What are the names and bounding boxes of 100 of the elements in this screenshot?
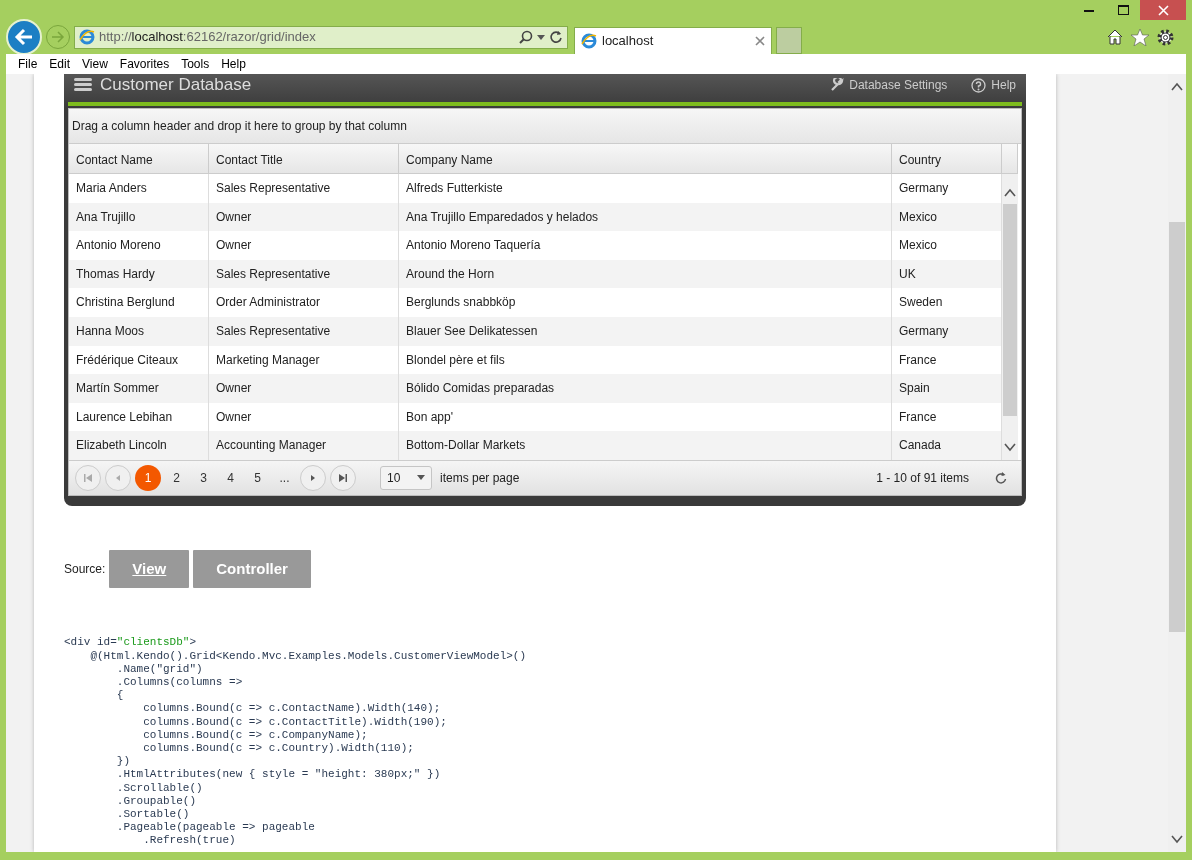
table-cell: Ana Trujillo: [69, 202, 209, 232]
table-cell: Ana Trujillo Emparedados y helados: [399, 202, 892, 232]
help-link[interactable]: Help: [971, 76, 1016, 94]
table-cell: Sales Representative: [209, 174, 399, 203]
page-button[interactable]: ...: [273, 464, 296, 491]
code-line: columns.Bound(c => c.CompanyName);: [142, 728, 369, 743]
scroll-down-icon[interactable]: [1171, 834, 1183, 844]
last-page-button[interactable]: [330, 464, 356, 491]
home-icon[interactable]: [1107, 29, 1123, 45]
star-icon[interactable]: [1131, 28, 1149, 46]
code-line: .HtmlAttributes(new { style = "height: 380px;" }): [115, 768, 442, 782]
table-cell: Christina Berglund: [69, 288, 209, 317]
minimize-icon: [1084, 8, 1094, 12]
menu-item[interactable]: File: [12, 55, 44, 73]
page-button[interactable]: 5: [246, 464, 269, 491]
table-cell: Accounting Manager: [209, 431, 399, 460]
scrollbar-thumb[interactable]: [1169, 222, 1185, 632]
table-cell: Mexico: [892, 202, 1002, 232]
next-page-icon: [309, 473, 317, 482]
scroll-down-icon[interactable]: [1004, 441, 1016, 452]
back-button[interactable]: [6, 19, 42, 55]
help-icon: [971, 77, 987, 93]
settings-icon[interactable]: [1157, 28, 1174, 46]
maximize-icon: [1117, 5, 1129, 15]
group-panel: Drag a column header and drop it here to group by that column: [69, 109, 1021, 144]
previous-page-icon: [114, 473, 122, 482]
code-line: {: [115, 689, 125, 703]
page-size-label: items per page: [440, 469, 520, 487]
page-size-dropdown[interactable]: 10: [380, 465, 432, 490]
table-cell: Thomas Hardy: [69, 259, 209, 289]
close-icon: [1157, 4, 1169, 16]
menu-item[interactable]: View: [76, 55, 114, 73]
scrollbar-thumb[interactable]: [1003, 204, 1017, 416]
menu-item[interactable]: Tools: [175, 55, 216, 73]
first-page-icon: [84, 473, 92, 482]
table-cell: Spain: [892, 374, 1002, 403]
browser-logo-icon: [79, 29, 95, 45]
table-cell: Owner: [209, 202, 399, 232]
refresh-icon[interactable]: [995, 471, 1007, 484]
browser-tab[interactable]: localhost: [574, 27, 772, 54]
table-cell: Alfreds Futterkiste: [399, 174, 892, 203]
forward-arrow-icon: [51, 31, 65, 43]
search-icon[interactable]: [519, 30, 533, 44]
code-line: .Sortable(): [115, 808, 191, 822]
page-button[interactable]: 2: [165, 464, 188, 491]
column-header[interactable]: Company Name: [399, 144, 892, 174]
table-cell: Blauer See Delikatessen: [399, 316, 892, 346]
scroll-up-icon[interactable]: [1004, 188, 1016, 198]
source-label: Source:: [64, 561, 106, 579]
last-page-icon: [339, 473, 347, 482]
code-line: .Pageable(pageable => pageable: [115, 821, 316, 835]
address-bar[interactable]: http://localhost:62162/razor/grid/index: [74, 25, 568, 49]
column-header[interactable]: Contact Name: [69, 144, 209, 174]
browser-logo-icon: [581, 33, 597, 49]
table-cell: Maria Anders: [69, 174, 209, 203]
table-cell: Hanna Moos: [69, 316, 209, 346]
table-cell: Germany: [892, 316, 1002, 346]
refresh-icon[interactable]: [549, 30, 563, 44]
table-cell: Canada: [892, 431, 1002, 460]
code-line: <div id="clientsDb">: [64, 636, 198, 650]
scroll-up-icon[interactable]: [1171, 82, 1183, 92]
code-line: columns.Bound(c => c.ContactTitle).Width(190);: [142, 715, 448, 729]
settings-link[interactable]: Database Settings: [830, 76, 948, 94]
page-button[interactable]: 4: [219, 464, 242, 491]
table-cell: Elizabeth Lincoln: [69, 431, 209, 460]
menu-item[interactable]: Favorites: [113, 55, 176, 73]
table-cell: Sales Representative: [209, 316, 399, 346]
dropdown-caret-icon[interactable]: [537, 34, 545, 40]
url-text: http://localhost:62162/razor/grid/index: [99, 28, 317, 47]
table-cell: UK: [892, 259, 1002, 289]
back-arrow-icon: [14, 28, 34, 46]
code-line: .Scrollable(): [115, 781, 204, 795]
table-cell: Sales Representative: [209, 259, 399, 289]
pager-info: 1 - 10 of 91 items: [876, 469, 969, 487]
wrench-icon: [830, 78, 845, 92]
table-cell: Owner: [209, 374, 399, 403]
dropdown-caret-icon: [417, 475, 425, 481]
table-cell: Order Administrator: [209, 288, 399, 317]
table-cell: Martín Sommer: [69, 374, 209, 403]
code-line: .Refresh(true): [142, 834, 237, 848]
code-line: .Name("grid"): [115, 662, 204, 677]
close-tab-icon[interactable]: [755, 36, 765, 46]
code-line: }): [115, 755, 131, 769]
column-header[interactable]: Country: [892, 144, 1002, 174]
code-line: .Columns(columns =>: [115, 676, 244, 690]
page-button[interactable]: 3: [192, 464, 215, 491]
table-cell: Owner: [209, 231, 399, 260]
code-line: columns.Bound(c => c.ContactName).Width(140);: [142, 702, 442, 716]
code-line: @(Html.Kendo().Grid<Kendo.Mvc.Examples.Models.CustomerViewModel>(): [89, 649, 528, 663]
table-cell: Antonio Moreno: [69, 231, 209, 260]
table-cell: Bólido Comidas preparadas: [399, 374, 892, 403]
table-cell: Berglunds snabbköp: [399, 288, 892, 317]
code-line: columns.Bound(c => c.Country).Width(110);: [142, 742, 415, 756]
table-cell: Bottom-Dollar Markets: [399, 431, 892, 460]
code-line: .Groupable(): [115, 794, 198, 809]
column-header[interactable]: Contact Title: [209, 144, 399, 174]
header-filler: [1002, 144, 1018, 174]
menu-item[interactable]: Edit: [43, 55, 77, 73]
menu-icon[interactable]: [74, 78, 92, 92]
menu-item[interactable]: Help: [215, 55, 252, 73]
